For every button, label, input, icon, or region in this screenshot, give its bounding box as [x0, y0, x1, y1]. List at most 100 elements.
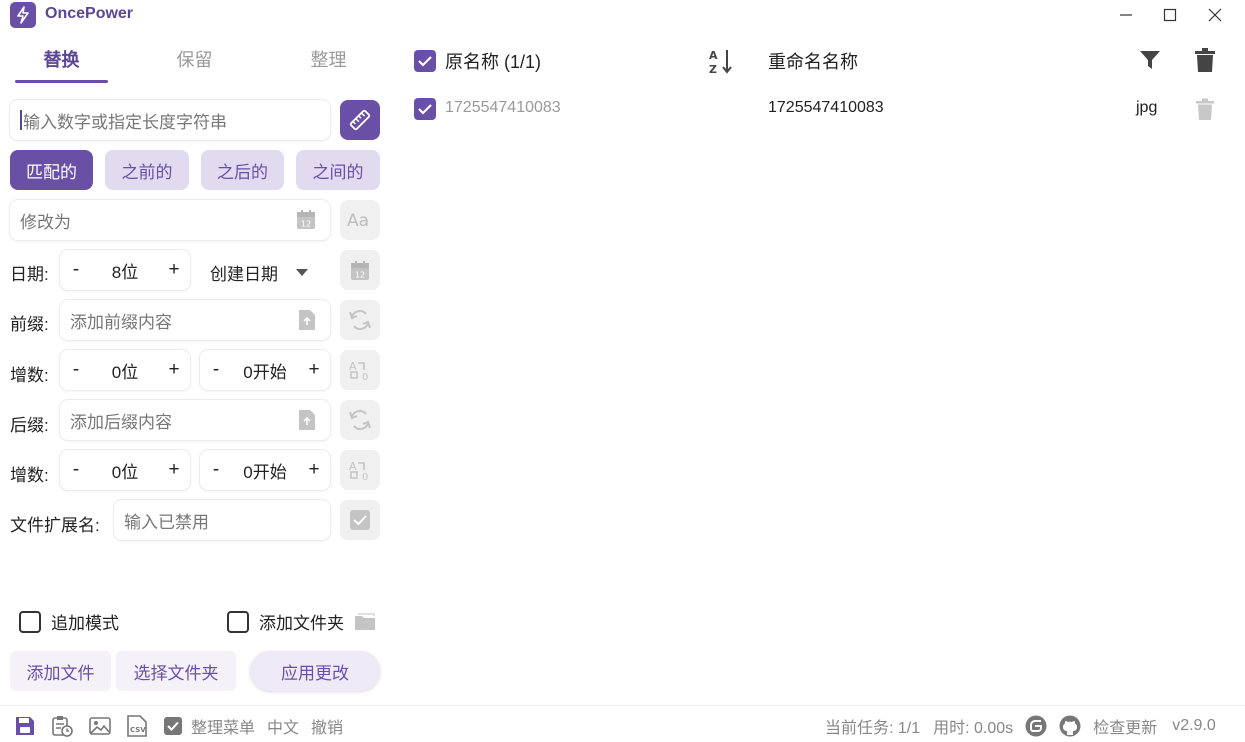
suffix-input[interactable]: 添加后缀内容 — [60, 400, 330, 440]
file-upload-icon[interactable] — [298, 309, 316, 336]
tab-active-indicator — [15, 80, 108, 83]
github-link[interactable] — [1059, 715, 1081, 737]
organize-menu-toggle[interactable]: 整理菜单 — [163, 714, 255, 738]
file-upload-icon[interactable] — [298, 409, 316, 436]
prefix-increment-label: 增数: — [10, 366, 49, 385]
svg-text:CSV: CSV — [130, 726, 146, 734]
prefix-digits-stepper[interactable]: - 0位 + — [60, 350, 190, 390]
calendar-icon[interactable]: 12 — [296, 209, 316, 235]
chevron-down-icon — [296, 268, 308, 276]
current-task-text: 当前任务: 1/1 — [825, 720, 921, 737]
prefix-increment-toggle[interactable]: A0 — [340, 350, 380, 390]
suffix-start-plus[interactable]: + — [306, 459, 322, 481]
suffix-digits-value[interactable]: 0位 — [112, 458, 138, 483]
modify-to-input[interactable]: 修改为 12 — [10, 200, 330, 240]
prefix-input[interactable]: 添加前缀内容 — [60, 300, 330, 340]
prefix-digits-value[interactable]: 0位 — [112, 358, 138, 383]
csv-button[interactable]: CSV — [127, 715, 147, 737]
svg-text:12: 12 — [355, 270, 365, 279]
image-icon — [89, 717, 111, 735]
image-button[interactable] — [89, 716, 111, 736]
search-input[interactable]: 输入数字或指定长度字符串 — [10, 100, 330, 140]
suffix-digits-minus[interactable]: - — [68, 459, 84, 481]
prefix-digits-minus[interactable]: - — [68, 359, 84, 381]
extension-input[interactable]: 输入已禁用 — [114, 500, 330, 540]
date-type-value: 创建日期 — [210, 265, 278, 284]
append-mode-box[interactable] — [19, 610, 41, 633]
tab-keep[interactable]: 保留 — [148, 46, 241, 76]
apply-changes-button[interactable]: 应用更改 — [250, 651, 380, 691]
date-length-stepper[interactable]: - 8位 + — [60, 250, 190, 290]
prefix-digits-plus[interactable]: + — [166, 359, 182, 381]
case-button[interactable]: Aa — [340, 200, 380, 240]
gitee-icon — [1025, 715, 1047, 737]
csv-icon: CSV — [127, 715, 147, 737]
prefix-start-plus[interactable]: + — [306, 359, 322, 381]
suffix-start-minus[interactable]: - — [208, 459, 224, 481]
date-label: 日期: — [10, 265, 49, 284]
mode-matched-button[interactable]: 匹配的 — [10, 150, 93, 190]
sort-button[interactable]: A Z — [708, 47, 736, 80]
clear-all-button[interactable] — [1195, 48, 1215, 77]
text-caret — [20, 110, 22, 130]
add-files-button[interactable]: 添加文件 — [10, 651, 111, 691]
gitee-link[interactable] — [1025, 715, 1047, 737]
select-all-checkbox[interactable] — [414, 50, 436, 72]
save-button[interactable] — [15, 716, 35, 736]
log-button[interactable] — [51, 715, 73, 737]
github-icon — [1059, 715, 1081, 737]
clipboard-log-icon — [52, 716, 73, 737]
close-button[interactable] — [1197, 2, 1233, 28]
row-checkbox[interactable] — [414, 98, 436, 120]
prefix-start-stepper[interactable]: - 0开始 + — [200, 350, 330, 390]
suffix-start-stepper[interactable]: - 0开始 + — [200, 450, 330, 490]
modify-placeholder: 修改为 — [20, 212, 71, 232]
add-folder-box[interactable] — [227, 610, 249, 633]
checkbox-icon — [164, 717, 182, 735]
prefix-start-value[interactable]: 0开始 — [243, 358, 286, 383]
undo-button[interactable]: 撤销 — [311, 714, 343, 738]
language-button[interactable]: 中文 — [267, 714, 299, 738]
mode-between-button[interactable]: 之间的 — [296, 150, 380, 190]
search-placeholder: 输入数字或指定长度字符串 — [23, 112, 227, 132]
date-plus-button[interactable]: + — [166, 259, 182, 281]
suffix-digits-stepper[interactable]: - 0位 + — [60, 450, 190, 490]
add-folder-checkbox[interactable]: 添加文件夹 — [227, 609, 376, 634]
check-update-link[interactable]: 检查更新 — [1093, 714, 1157, 738]
select-folder-button[interactable]: 选择文件夹 — [116, 651, 236, 691]
tab-organize[interactable]: 整理 — [282, 46, 375, 76]
date-type-select[interactable]: 创建日期 — [210, 260, 308, 285]
prefix-refresh-button[interactable] — [340, 300, 380, 340]
mode-before-button[interactable]: 之前的 — [105, 150, 189, 190]
mode-after-button[interactable]: 之后的 — [201, 150, 284, 190]
folder-icon — [355, 612, 375, 630]
minimize-button[interactable] — [1108, 2, 1144, 28]
suffix-increment-toggle[interactable]: A0 — [340, 450, 380, 490]
statusbar-left: CSV 整理菜单 中文 撤销 — [15, 711, 343, 741]
app-logo-icon — [10, 2, 36, 28]
calendar-icon: 12 — [351, 260, 369, 280]
append-mode-checkbox[interactable]: 追加模式 — [19, 609, 119, 634]
maximize-button[interactable] — [1152, 2, 1188, 28]
filter-button[interactable] — [1139, 49, 1161, 76]
prefix-placeholder: 添加前缀内容 — [70, 312, 172, 332]
suffix-refresh-button[interactable] — [340, 400, 380, 440]
append-mode-label: 追加模式 — [51, 614, 119, 633]
tab-replace[interactable]: 替换 — [15, 46, 108, 76]
date-minus-button[interactable]: - — [68, 259, 84, 281]
suffix-start-value[interactable]: 0开始 — [243, 458, 286, 483]
suffix-label: 后缀: — [10, 416, 49, 435]
filter-icon — [1140, 51, 1160, 69]
prefix-start-minus[interactable]: - — [208, 359, 224, 381]
increment-icon: A0 — [349, 460, 368, 482]
row-original-name: 1725547410083 — [445, 99, 561, 116]
insert-date-button[interactable]: 12 — [340, 250, 380, 290]
svg-text:A: A — [349, 360, 357, 373]
date-length-value[interactable]: 8位 — [112, 258, 138, 283]
refresh-icon — [349, 310, 371, 330]
suffix-digits-plus[interactable]: + — [166, 459, 182, 481]
ruler-button[interactable] — [340, 100, 380, 140]
extension-enable-toggle[interactable] — [340, 500, 380, 540]
row-delete-button[interactable] — [1196, 98, 1214, 125]
organize-menu-label: 整理菜单 — [191, 720, 256, 737]
